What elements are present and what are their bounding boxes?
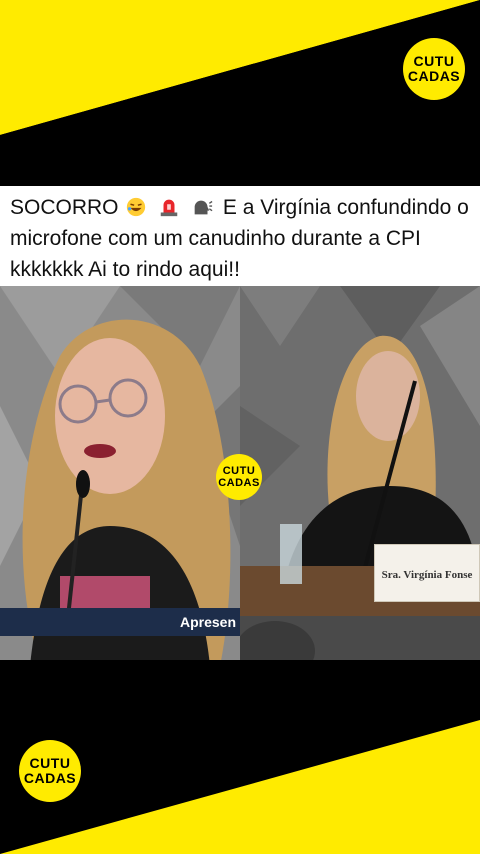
logo-line2: CADAS xyxy=(23,770,77,786)
wide-shot-image xyxy=(240,286,480,666)
caption-prefix: SOCORRO xyxy=(10,196,119,219)
rolling-on-floor-laughing-icon xyxy=(127,197,146,217)
lower-third-banner: Apresen xyxy=(0,608,240,636)
speaking-head-icon xyxy=(194,200,213,215)
video-frame[interactable]: Apresen Sra. Virgínia Fonse CUTU CADAS xyxy=(0,286,480,666)
top-banner xyxy=(0,0,480,200)
logo-line1: CUTU xyxy=(222,465,256,477)
caption-line3: kkkkkkk Ai to rindo aqui!! xyxy=(10,258,240,281)
logo-line2: CADAS xyxy=(407,68,461,84)
cutucadas-logo-middle: CUTU CADAS xyxy=(216,454,262,500)
police-light-icon xyxy=(160,199,178,217)
video-left-panel: Apresen xyxy=(0,286,240,666)
logo-line1: CUTU xyxy=(413,53,455,69)
nameplate: Sra. Virgínia Fonse xyxy=(374,544,480,602)
top-diagonal-shape xyxy=(0,0,480,200)
caption-line2: microfone com um canudinho durante a CPI xyxy=(10,227,421,250)
caption-suffix: E a Virgínia confundindo o xyxy=(222,196,469,219)
logo-line2: CADAS xyxy=(218,477,260,489)
video-right-panel: Sra. Virgínia Fonse xyxy=(240,286,480,666)
cutucadas-logo-bottom: CUTU CADAS xyxy=(19,740,81,802)
logo-line1: CUTU xyxy=(29,755,71,771)
cutucadas-logo-top: CUTU CADAS xyxy=(403,38,465,100)
post-caption: SOCORRO E a Virgínia confundindo o micro… xyxy=(0,186,480,286)
caption-line1: SOCORRO E a Virgínia confundindo o xyxy=(10,192,470,223)
